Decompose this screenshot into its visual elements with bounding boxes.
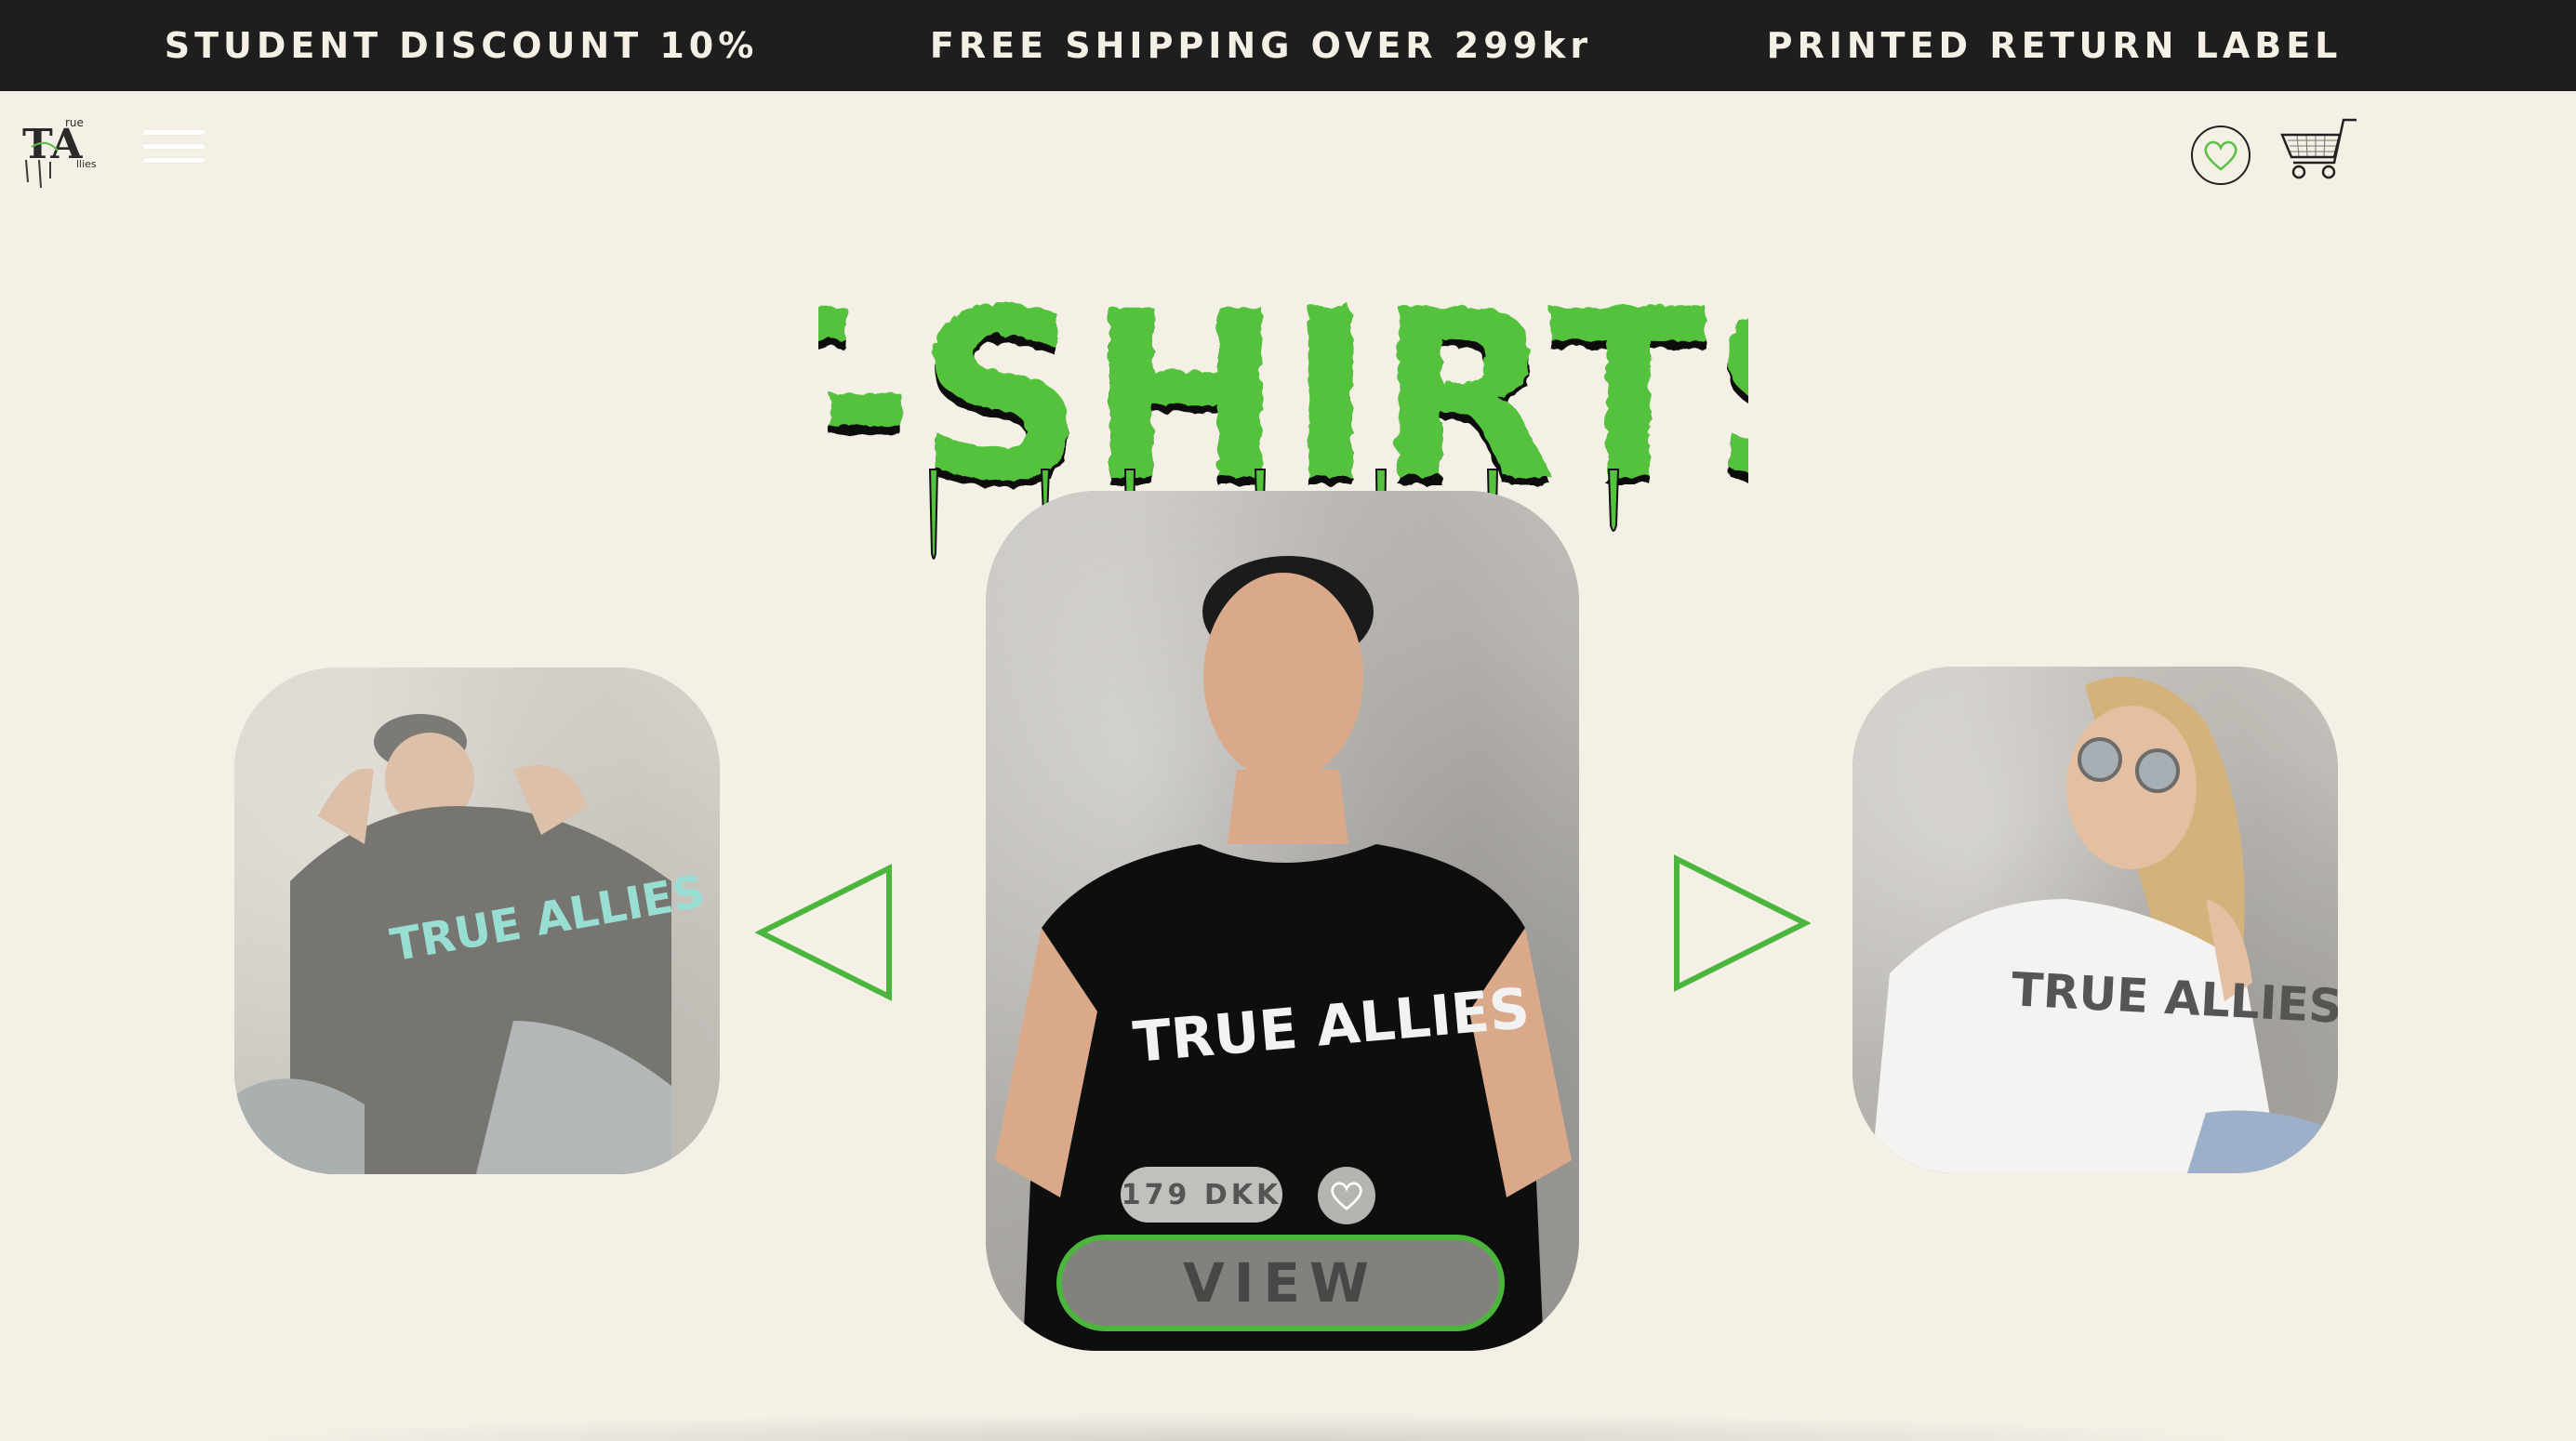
hamburger-menu-icon[interactable] [143, 130, 205, 167]
next-arrow-icon[interactable] [1671, 853, 1811, 993]
promo-student-discount: STUDENT DISCOUNT 10% [164, 25, 759, 66]
heart-icon [2204, 140, 2237, 171]
logo-word-allies: llies [76, 158, 97, 170]
heart-icon [1331, 1182, 1362, 1210]
product-card-previous[interactable]: TRUE ALLIES [234, 668, 720, 1174]
model-photo-center: TRUE ALLIES [995, 556, 1572, 1351]
model-photo-left: TRUE ALLIES [234, 714, 709, 1174]
shopping-cart-icon[interactable] [2278, 116, 2358, 181]
previous-arrow-icon[interactable] [755, 863, 895, 1002]
wishlist-button[interactable] [2191, 126, 2251, 185]
price-badge: 179 DKK [1121, 1167, 1282, 1223]
promo-free-shipping: FREE SHIPPING OVER 299kr [929, 25, 1593, 66]
brand-logo[interactable]: TA rue llies [19, 110, 112, 193]
section-shadow [223, 1413, 2269, 1441]
card-wishlist-button[interactable] [1318, 1167, 1375, 1224]
view-product-button[interactable]: VIEW [1056, 1235, 1505, 1331]
logo-word-true: rue [65, 116, 84, 129]
product-card-featured[interactable]: TRUE ALLIES [986, 491, 1579, 1351]
product-card-next[interactable]: TRUE ALLIES [1852, 667, 2338, 1173]
model-photo-right: TRUE ALLIES [1871, 677, 2338, 1173]
promo-bar: STUDENT DISCOUNT 10% FREE SHIPPING OVER … [0, 0, 2576, 91]
promo-return-label: PRINTED RETURN LABEL [1766, 25, 2343, 66]
